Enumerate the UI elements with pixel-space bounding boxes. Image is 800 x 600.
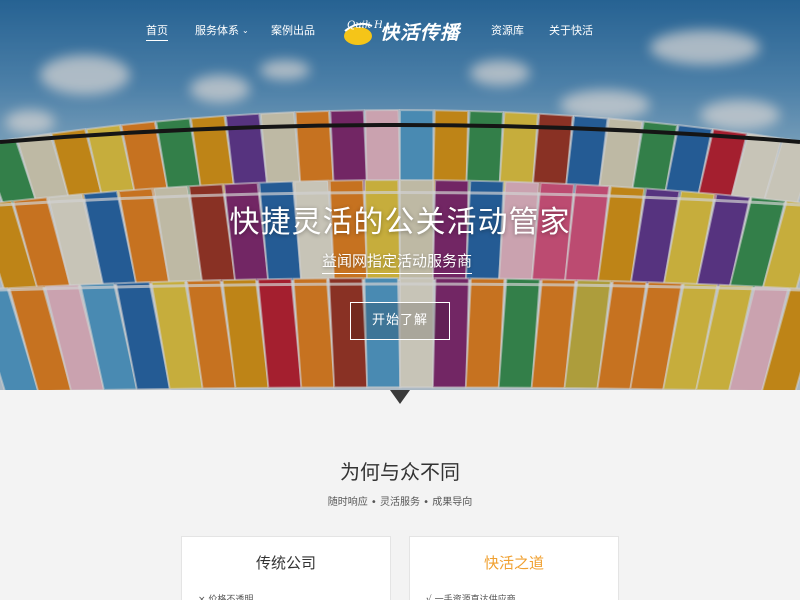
nav-services[interactable]: 服务体系 ⌄ bbox=[195, 22, 249, 38]
logo-mark-text: Quik Hot bbox=[347, 20, 382, 31]
logo[interactable]: Quik Hot 快活传播 bbox=[342, 14, 460, 48]
section-subtitle: 随时响应 • 灵活服务 • 成果导向 bbox=[327, 497, 473, 508]
nav-about[interactable]: 关于快活 bbox=[549, 22, 593, 38]
nav-services-label: 服务体系 bbox=[195, 24, 239, 37]
chevron-down-icon: ⌄ bbox=[242, 26, 249, 35]
start-learning-button[interactable]: 开始了解 bbox=[350, 302, 450, 340]
hero-title: 快捷灵活的公关活动管家 bbox=[229, 205, 571, 240]
top-nav: 首页 服务体系⌄ 案例出品 Quik Hot 快活传播 资源库 关于快活 bbox=[0, 0, 800, 60]
card-quikhot: 快活之道 √ 一手资源直达供应商 bbox=[409, 536, 619, 600]
hero-banner: 首页 服务体系⌄ 案例出品 Quik Hot 快活传播 资源库 关于快活 快捷灵… bbox=[0, 0, 800, 390]
hero-subtitle-link[interactable]: 益闻网指定活动服务商 bbox=[322, 250, 473, 274]
logo-text: 快活传播 bbox=[380, 22, 461, 44]
nav-cases[interactable]: 案例出品 bbox=[271, 22, 315, 38]
logo-mark-icon: Quik Hot bbox=[344, 20, 382, 45]
card-traditional: 传统公司 × 价格不透明 bbox=[181, 536, 391, 600]
nav-resources[interactable]: 资源库 bbox=[491, 22, 524, 38]
card-item: √ 一手资源直达供应商 bbox=[426, 595, 516, 600]
nav-home[interactable]: 首页 bbox=[146, 22, 168, 41]
card-title: 快活之道 bbox=[483, 554, 544, 572]
card-item: × 价格不透明 bbox=[198, 595, 254, 600]
card-title: 传统公司 bbox=[255, 554, 316, 572]
section-pointer bbox=[390, 390, 410, 404]
section-title: 为何与众不同 bbox=[340, 460, 460, 484]
